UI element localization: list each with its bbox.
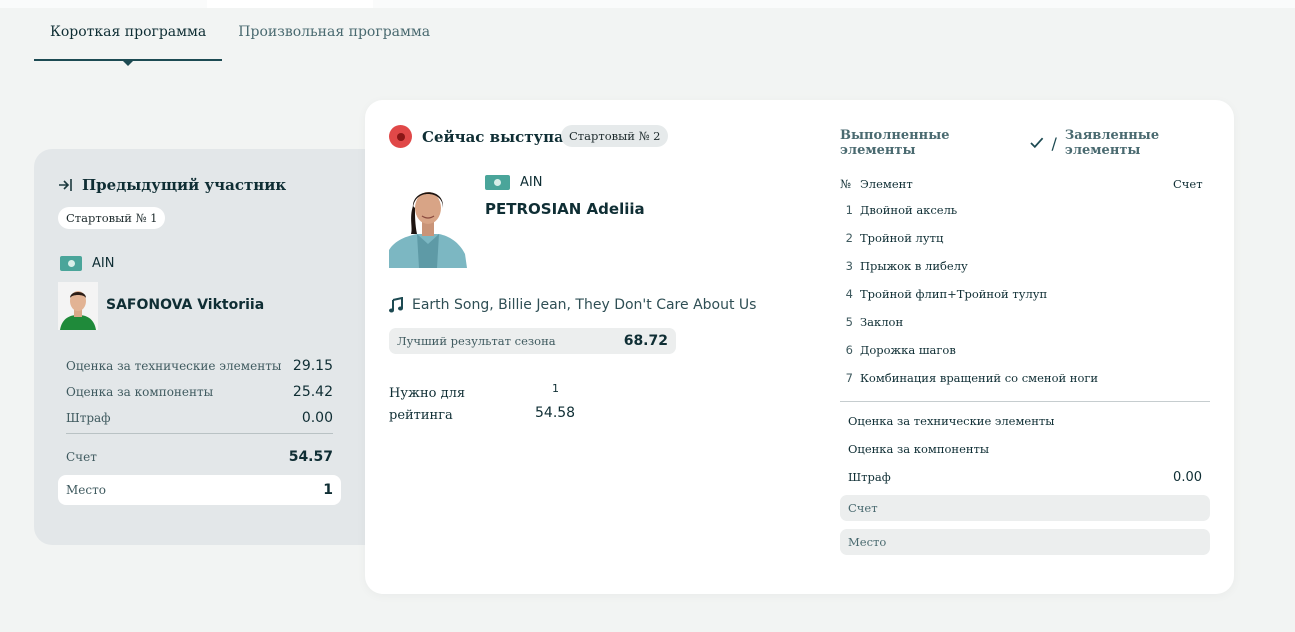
needed-score-value: 54.58 [535,405,576,421]
column-score-header: Счет [1173,177,1203,191]
previous-scores: Оценка за технические элементы 29.15 Оце… [66,353,333,470]
element-number: 5 [845,315,853,329]
previous-pcs-value: 25.42 [292,384,333,400]
previous-score-label: Счет [66,450,97,464]
previous-tes-value: 29.15 [292,358,333,374]
arrow-to-line-icon [59,179,72,191]
element-number: 6 [845,343,853,357]
season-best-box: Лучший результат сезона 68.72 [389,328,676,354]
previous-scores-divider [66,433,333,434]
current-penalty-label: Штраф [848,470,891,484]
current-pcs-row: Оценка за компоненты [840,435,1210,463]
previous-nation: AIN [60,256,114,271]
element-name: Тройной флип+Тройной тулуп [860,287,1048,301]
table-row: 6 Дорожка шагов [840,336,1209,364]
needed-for-rank-label: Нужно для рейтинга [389,386,466,423]
element-number: 7 [845,371,853,385]
previous-place-value: 1 [323,482,333,498]
top-strip [0,0,1295,8]
current-penalty-value: 0.00 [1173,469,1202,485]
performed-elements-tab[interactable]: Выполненные элементы [840,128,1024,158]
current-scores: Оценка за технические элементы Оценка за… [840,407,1210,555]
table-row: 3 Прыжок в либелу [840,252,1209,280]
current-place-box: Место [840,529,1210,555]
element-name: Дорожка шагов [860,343,956,357]
current-place-label: Место [848,535,887,549]
previous-tes-label: Оценка за технические элементы [66,359,282,373]
column-element-header: Элемент [860,177,913,191]
current-penalty-row: Штраф 0.00 [840,463,1210,491]
current-score-box: Счет [840,495,1210,521]
previous-start-number-badge: Стартовый № 1 [58,207,166,229]
current-start-number-badge: Стартовый № 2 [561,125,669,147]
previous-place-box: Место 1 [58,475,341,505]
tab-short-program-label: Короткая программа [50,24,207,40]
previous-score-row: Счет 54.57 [66,444,333,470]
program-tabs: Короткая программа Произвольная программ… [34,12,446,66]
previous-athlete-avatar [58,282,98,330]
elements-table: № Элемент Счет 1 Двойной аксель 2 Тройно… [840,172,1209,392]
current-nation: AIN [485,175,542,190]
music-info: Earth Song, Billie Jean, They Don't Care… [389,297,756,313]
current-tes-label: Оценка за технические элементы [848,414,1055,428]
previous-penalty-label: Штраф [66,411,111,425]
music-title: Earth Song, Billie Jean, They Don't Care… [412,297,757,313]
previous-tes-row: Оценка за технические элементы 29.15 [66,353,333,379]
nation-flag-icon [485,175,510,190]
previous-score-value: 54.57 [288,449,333,465]
element-number: 1 [845,203,853,217]
previous-penalty-value: 0.00 [301,410,333,426]
table-row: 2 Тройной лутц [840,224,1209,252]
active-tab-caret-icon [123,61,134,66]
element-name: Комбинация вращений со сменой ноги [860,371,1099,385]
elements-table-header: № Элемент Счет [840,172,1209,196]
element-number: 4 [845,287,853,301]
previous-participant-title: Предыдущий участник [82,176,287,194]
element-number: 2 [845,231,853,245]
table-row: 4 Тройной флип+Тройной тулуп [840,280,1209,308]
current-pcs-label: Оценка за компоненты [848,442,990,456]
current-tes-row: Оценка за технические элементы [840,407,1210,435]
previous-participant-card: Предыдущий участник Стартовый № 1 AIN SA… [34,149,384,545]
previous-penalty-row: Штраф 0.00 [66,405,333,431]
season-best-value: 68.72 [623,333,668,349]
table-row: 7 Комбинация вращений со сменой ноги [840,364,1209,392]
table-row: 5 Заклон [840,308,1209,336]
music-note-icon [389,297,403,313]
elements-divider [840,401,1210,402]
current-athlete-photo [389,178,467,268]
declared-elements-tab[interactable]: Заявленные элементы [1065,128,1234,158]
top-strip-highlight [207,0,373,8]
previous-participant-heading: Предыдущий участник [58,176,286,194]
previous-athlete-name: SAFONOVA Viktoriia [106,297,265,313]
element-name: Прыжок в либелу [860,259,968,273]
check-icon [1030,137,1044,149]
elements-header: Выполненные элементы / Заявленные элемен… [840,128,1234,158]
previous-pcs-row: Оценка за компоненты 25.42 [66,379,333,405]
previous-place-label: Место [66,483,106,497]
nation-flag-icon [60,256,82,271]
current-athlete-name: PETROSIAN Adeliia [485,200,645,218]
tab-free-program-label: Произвольная программа [238,24,431,40]
element-name: Двойной аксель [860,203,958,217]
needed-rank: 1 [552,382,559,395]
live-indicator-icon [389,125,412,148]
tab-short-program[interactable]: Короткая программа [34,12,223,66]
element-number: 3 [845,259,853,273]
previous-nation-code: AIN [92,256,115,271]
current-nation-code: AIN [520,175,543,190]
now-performing-title: Сейчас выступает [422,128,583,146]
season-best-label: Лучший результат сезона [397,334,556,348]
previous-pcs-label: Оценка за компоненты [66,385,214,399]
column-number-header: № [840,177,851,191]
current-performer-card: Сейчас выступает Стартовый № 2 AIN PETRO… [365,100,1234,594]
element-name: Тройной лутц [860,231,944,245]
tab-free-program[interactable]: Произвольная программа [222,12,446,61]
table-row: 1 Двойной аксель [840,196,1209,224]
element-name: Заклон [860,315,904,329]
tab-separator: / [1051,133,1057,153]
current-score-label: Счет [848,501,878,515]
